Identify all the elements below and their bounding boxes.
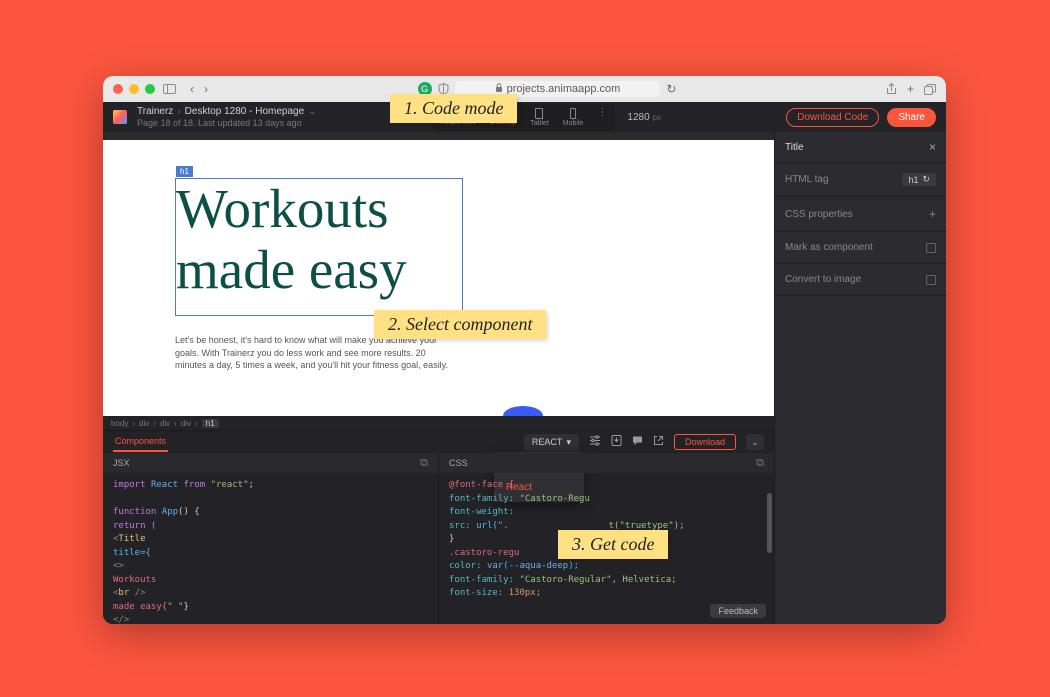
caret-down-icon: ▾ [566,437,571,448]
dom-node[interactable]: body [111,419,128,428]
canvas-width[interactable]: 1280 px [617,112,670,123]
device-tablet[interactable]: Tablet [524,106,555,129]
forward-icon[interactable]: › [204,82,208,96]
code-panel: Components REACT ▾ [103,430,774,624]
annotation-2: 2. Select component [374,310,546,339]
code-panel-tabs: Components REACT ▾ [103,431,774,453]
dom-path: body› div› div› div› h1 [103,416,774,430]
heading-element[interactable]: Workouts made easy [176,179,462,300]
canvas-column: h1 Workouts made easy Let's be honest, i… [103,132,774,624]
open-external-icon[interactable] [653,435,664,449]
settings-icon[interactable] [589,435,601,449]
jsx-code[interactable]: import React from "react"; function App(… [103,473,438,624]
fullscreen-window-icon[interactable] [145,84,155,94]
panel-title: Title × [775,132,946,163]
save-file-icon[interactable] [611,435,622,449]
device-more[interactable]: ⋮ [591,106,613,128]
dom-node[interactable]: div [181,419,191,428]
tablet-icon [535,108,543,119]
share-button[interactable]: Share [887,108,936,127]
app-topbar: Trainerz › Desktop 1280 - Homepage ⌄ Pag… [103,102,946,132]
download-button[interactable]: Download [674,434,736,450]
new-tab-icon[interactable]: + [907,82,914,96]
breadcrumb[interactable]: Trainerz › Desktop 1280 - Homepage ⌄ [137,106,317,117]
sidebar-toggle-icon[interactable] [163,84,176,94]
mobile-icon [570,108,576,119]
breadcrumb-screen[interactable]: Desktop 1280 - Homepage [185,106,305,117]
html-tag-value[interactable]: h1 ↻ [902,173,936,186]
dots-vertical-icon: ⋮ [597,108,607,118]
main-row: h1 Workouts made easy Let's be honest, i… [103,132,946,624]
jsx-label: JSX [113,458,130,468]
download-code-button[interactable]: Download Code [786,108,879,127]
more-options-dropdown[interactable]: ⌄ [746,434,764,450]
row-mark-component[interactable]: Mark as component [775,232,946,264]
code-split: JSX ⧉ import React from "react"; functio… [103,453,774,624]
row-convert-image[interactable]: Convert to image [775,264,946,296]
copy-icon[interactable]: ⧉ [756,457,764,470]
annotation-3: 3. Get code [558,530,668,559]
row-css-props[interactable]: CSS properties + [775,197,946,232]
design-canvas[interactable]: h1 Workouts made easy Let's be honest, i… [103,140,774,416]
close-icon[interactable]: × [929,140,936,154]
framework-dropdown[interactable]: REACT ▾ [524,434,579,451]
css-label: CSS [449,458,468,468]
url-text: projects.animaapp.com [507,83,621,95]
illustration-fragment [503,406,543,416]
chevron-right-icon: › [177,106,180,117]
browser-nav: ‹ › [190,82,208,96]
annotation-1: 1. Code mode [390,94,517,123]
browser-chrome: ‹ › G projects.animaapp.com ↻ + [103,76,946,102]
dom-node[interactable]: div [160,419,170,428]
jsx-pane: JSX ⧉ import React from "react"; functio… [103,453,439,624]
minimize-window-icon[interactable] [129,84,139,94]
selection-box[interactable]: h1 Workouts made easy [175,178,463,316]
app-window: ‹ › G projects.animaapp.com ↻ + [103,76,946,624]
scrollbar-thumb[interactable] [767,493,772,553]
close-window-icon[interactable] [113,84,123,94]
page-info: Page 18 of 18. Last updated 13 days ago [137,118,317,128]
traffic-lights [113,84,155,94]
back-icon[interactable]: ‹ [190,82,194,96]
breadcrumb-project[interactable]: Trainerz [137,106,173,117]
copy-icon[interactable]: ⧉ [420,457,428,470]
plus-icon[interactable]: + [929,207,936,221]
body-text[interactable]: Let's be honest, it's hard to know what … [175,334,455,372]
tab-components[interactable]: Components [113,432,168,452]
checkbox[interactable] [926,275,936,285]
dom-node-active[interactable]: h1 [202,419,219,428]
comment-icon[interactable] [632,435,643,449]
share-icon[interactable] [886,82,897,96]
row-html-tag[interactable]: HTML tag h1 ↻ [775,163,946,197]
selection-tag: h1 [176,166,193,177]
feedback-button[interactable]: Feedback [710,604,766,618]
device-mobile[interactable]: Mobile [557,106,590,129]
anima-logo-icon[interactable] [113,110,127,124]
checkbox[interactable] [926,243,936,253]
reload-icon[interactable]: ↻ [666,82,676,96]
reset-icon[interactable]: ↻ [922,174,930,185]
chevron-down-icon[interactable]: ⌄ [308,106,316,117]
properties-sidebar: Title × HTML tag h1 ↻ CSS properties + M… [774,132,946,624]
dom-node[interactable]: div [139,419,149,428]
tabs-icon[interactable] [924,82,936,96]
